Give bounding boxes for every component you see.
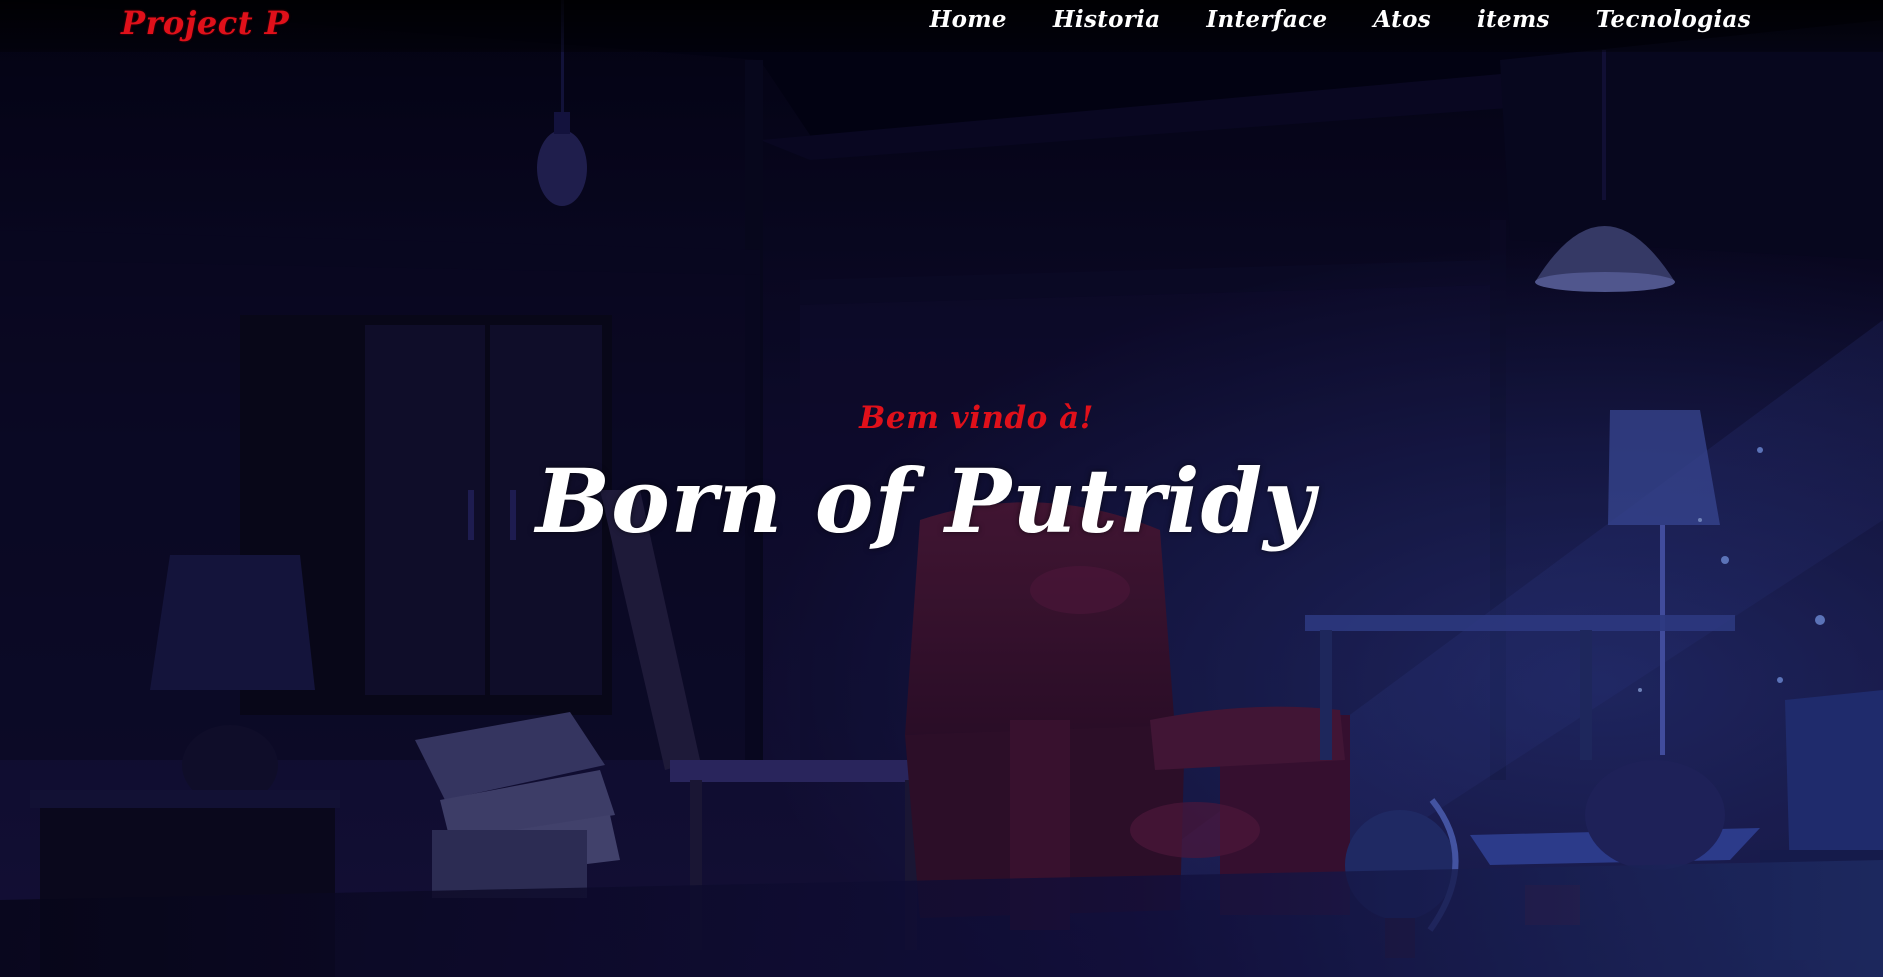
brand-logo-link[interactable]: Project P: [121, 4, 289, 42]
top-navbar: Project P Home Historia Interface Atos i…: [0, 0, 1883, 52]
nav-item-items: items: [1477, 6, 1550, 33]
nav-item-atos: Atos: [1373, 6, 1431, 33]
hero-title: Born of Putridy: [535, 449, 1316, 553]
main-nav: Home Historia Interface Atos items Tecno…: [930, 6, 1751, 33]
nav-item-historia: Historia: [1053, 6, 1161, 33]
nav-link-interface[interactable]: Interface: [1206, 6, 1327, 33]
nav-link-tecnologias[interactable]: Tecnologias: [1596, 6, 1751, 33]
nav-link-atos[interactable]: Atos: [1373, 6, 1431, 33]
nav-link-historia[interactable]: Historia: [1053, 6, 1161, 33]
nav-link-home[interactable]: Home: [930, 6, 1007, 33]
nav-item-home: Home: [930, 6, 1007, 33]
nav-item-tecnologias: Tecnologias: [1596, 6, 1751, 33]
hero-welcome-text: Bem vindo à!: [859, 400, 1094, 436]
nav-item-interface: Interface: [1206, 6, 1327, 33]
hero-section: Bem vindo à! Born of Putridy: [0, 400, 1883, 556]
nav-link-items[interactable]: items: [1477, 6, 1550, 33]
